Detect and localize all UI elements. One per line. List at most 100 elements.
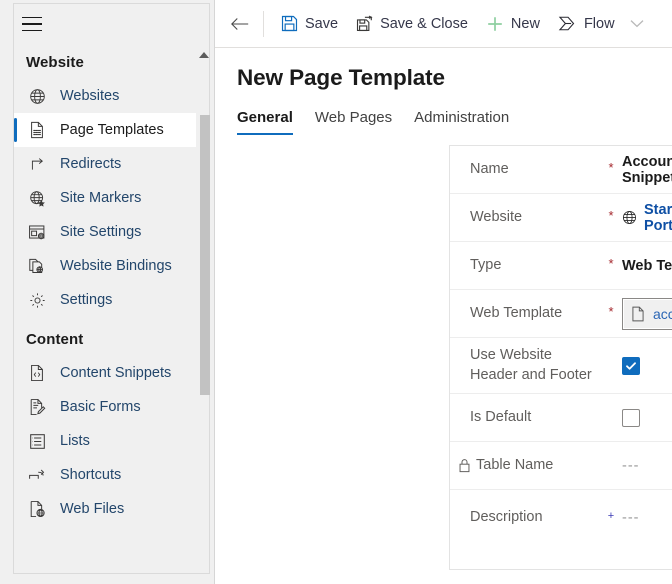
field-label-description: Description [450, 508, 600, 528]
sidebar-item-label: Website Bindings [60, 258, 172, 274]
site-settings-icon [26, 222, 48, 242]
web-file-icon [26, 499, 48, 519]
code-file-icon [26, 363, 48, 383]
nav-group-title-website: Website [14, 46, 196, 79]
sidebar: Website Websites [0, 0, 215, 584]
lookup-chip[interactable]: account-web-template [624, 300, 672, 328]
sidebar-item-redirects[interactable]: Redirects [14, 147, 196, 181]
tab-general[interactable]: General [237, 109, 293, 135]
hamburger-icon[interactable] [22, 17, 50, 39]
save-and-close-button[interactable]: Save & Close [347, 7, 477, 41]
field-label-is-default: Is Default [450, 408, 600, 428]
field-value-website: Starter Portal [622, 202, 672, 234]
field-value-name[interactable]: Account Data Snippet [622, 154, 672, 186]
flow-button[interactable]: Flow [549, 7, 624, 41]
sidebar-item-label: Shortcuts [60, 467, 121, 483]
shortcut-icon [26, 465, 48, 485]
new-button-label: New [511, 16, 540, 32]
gear-icon [26, 290, 48, 310]
sidebar-scrollbar-thumb[interactable] [200, 115, 210, 395]
required-marker-name: * [600, 161, 622, 178]
sidebar-nav: Website Websites [14, 46, 196, 573]
plus-icon [486, 15, 504, 33]
save-and-close-button-label: Save & Close [380, 16, 468, 32]
page-template-icon [26, 120, 48, 140]
field-label-name: Name [450, 160, 600, 180]
sidebar-item-label: Lists [60, 433, 90, 449]
required-marker-type: * [600, 257, 622, 274]
marker-table-name [600, 464, 622, 468]
tab-web-pages[interactable]: Web Pages [315, 109, 392, 135]
field-label-website: Website [450, 208, 600, 228]
plus-marker-description: + [600, 511, 622, 526]
field-value-type[interactable]: Web Template [622, 258, 672, 274]
checkbox-is-default[interactable] [622, 409, 640, 427]
app-window: Website Websites [0, 0, 672, 584]
form-row-use-website-header-and-footer: Use Website Header and Footer [450, 338, 672, 394]
sidebar-item-websites[interactable]: Websites [14, 79, 196, 113]
save-button-label: Save [305, 16, 338, 32]
sidebar-item-lists[interactable]: Lists [14, 424, 196, 458]
sidebar-item-website-bindings[interactable]: Website Bindings [14, 249, 196, 283]
globe-icon [26, 86, 48, 106]
checkbox-use-website-header-and-footer[interactable] [622, 357, 640, 375]
marker-is-default [600, 416, 622, 420]
required-marker-website: * [600, 209, 622, 226]
sidebar-item-basic-forms[interactable]: Basic Forms [14, 390, 196, 424]
flow-icon [558, 15, 577, 32]
globe-star-icon [26, 188, 48, 208]
save-close-floppy-icon [356, 15, 373, 32]
sidebar-item-web-files[interactable]: Web Files [14, 492, 196, 526]
save-button[interactable]: Save [272, 7, 347, 41]
web-template-lookup-input[interactable]: account-web-template [622, 298, 672, 330]
back-arrow-icon[interactable] [223, 8, 257, 40]
field-value-table-name: --- [622, 458, 672, 474]
marker-use-website-header-and-footer [600, 364, 622, 368]
nav-group-title-content: Content [14, 317, 196, 356]
sidebar-item-shortcuts[interactable]: Shortcuts [14, 458, 196, 492]
field-label-use-website-header-and-footer: Use Website Header and Footer [450, 346, 600, 385]
website-link[interactable]: Starter Portal [644, 202, 672, 234]
tab-bar: General Web Pages Administration [215, 91, 672, 135]
lookup-chip-label: account-web-template [653, 306, 672, 322]
field-label-table-name: Table Name [450, 456, 600, 476]
form-row-type: Type * Web Template [450, 242, 672, 290]
command-bar: Save Save & Close [215, 0, 672, 48]
new-button[interactable]: New [477, 7, 549, 41]
main-pane: Save Save & Close [215, 0, 672, 584]
form-card: Name * Account Data Snippet Website * St… [449, 145, 672, 570]
website-bindings-icon [26, 256, 48, 276]
form-row-web-template: Web Template * account-web-template [450, 290, 672, 338]
sidebar-item-label: Websites [60, 88, 119, 104]
tab-administration[interactable]: Administration [414, 109, 509, 135]
flow-button-label: Flow [584, 16, 615, 32]
form-row-description: Description + --- [450, 490, 672, 546]
form-row-website: Website * Starter Portal [450, 194, 672, 242]
sidebar-item-page-templates[interactable]: Page Templates [14, 113, 196, 147]
chevron-down-icon[interactable] [624, 8, 650, 40]
sidebar-item-label: Web Files [60, 501, 124, 517]
globe-icon [622, 210, 637, 225]
page-title: New Page Template [215, 48, 672, 91]
sidebar-item-site-settings[interactable]: Site Settings [14, 215, 196, 249]
sidebar-item-label: Basic Forms [60, 399, 141, 415]
lock-icon [456, 458, 473, 473]
sidebar-item-label: Content Snippets [60, 365, 171, 381]
sidebar-item-label: Settings [60, 292, 112, 308]
redirect-arrow-icon [26, 154, 48, 174]
sidebar-item-label: Redirects [60, 156, 121, 172]
command-bar-divider [263, 11, 264, 37]
form-row-table-name: Table Name --- [450, 442, 672, 490]
sidebar-item-site-markers[interactable]: Site Markers [14, 181, 196, 215]
sidebar-scroll-up-arrow[interactable] [199, 52, 209, 58]
form-edit-icon [26, 397, 48, 417]
required-marker-web-template: * [600, 305, 622, 322]
form-row-name: Name * Account Data Snippet [450, 146, 672, 194]
sidebar-item-label: Site Settings [60, 224, 141, 240]
field-value-is-default [622, 409, 672, 427]
list-icon [26, 431, 48, 451]
field-value-description[interactable]: --- [622, 510, 672, 526]
form-row-is-default: Is Default [450, 394, 672, 442]
sidebar-item-content-snippets[interactable]: Content Snippets [14, 356, 196, 390]
sidebar-item-settings[interactable]: Settings [14, 283, 196, 317]
